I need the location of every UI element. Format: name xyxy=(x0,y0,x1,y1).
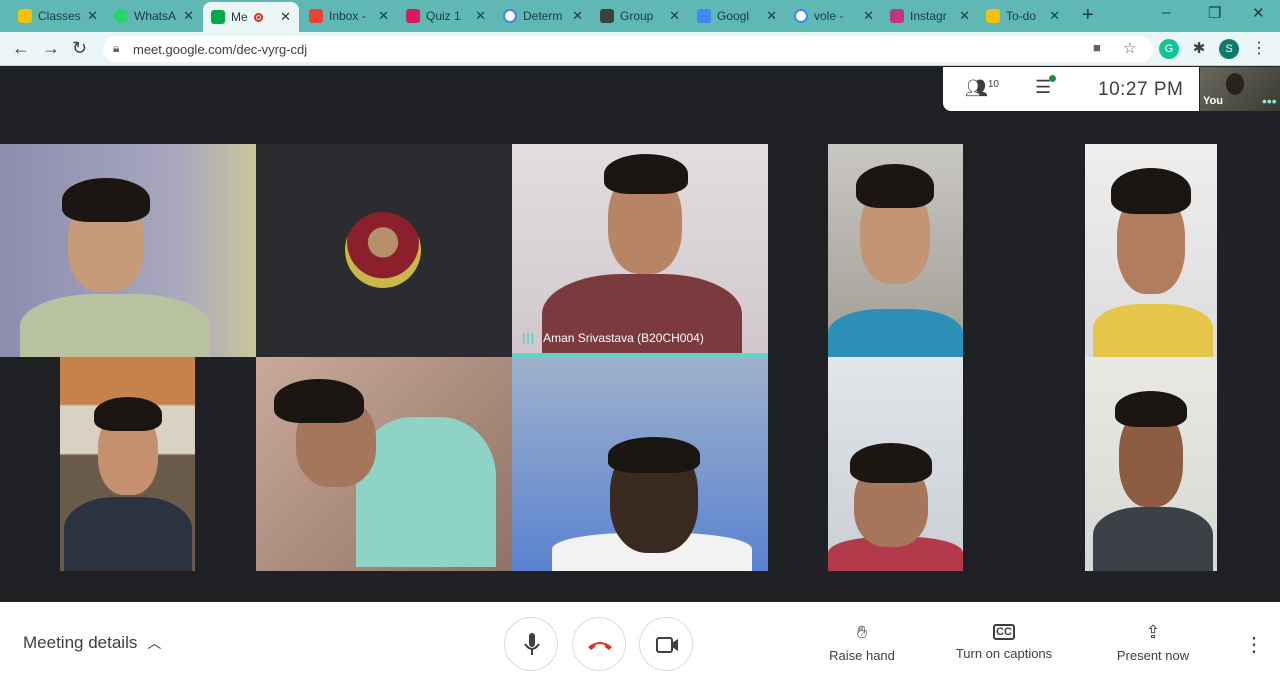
meeting-info-panel: 👥︎10 ☰ 10:27 PM xyxy=(943,67,1199,111)
tab-inbox[interactable]: Inbox - ✕ xyxy=(301,4,397,28)
self-label: You xyxy=(1203,95,1223,107)
tab-vole[interactable]: vole - ✕ xyxy=(786,4,882,28)
leave-call-button[interactable] xyxy=(572,617,626,671)
meet-icon xyxy=(211,10,225,24)
tab-determ[interactable]: Determ ✕ xyxy=(495,4,591,28)
participant-tile[interactable] xyxy=(828,357,963,571)
close-icon[interactable]: ✕ xyxy=(87,8,98,24)
gmail-icon xyxy=(309,9,323,23)
camera-icon[interactable]: ■ xyxy=(1093,40,1101,55)
meeting-clock: 10:27 PM xyxy=(1098,79,1184,100)
back-icon[interactable]: ← xyxy=(12,38,30,59)
browser-menu-icon[interactable]: ⋮ xyxy=(1249,39,1269,59)
meeting-stage: 👥︎10 ☰ 10:27 PM You ••• ||| Aman Srivast… xyxy=(0,67,1280,602)
tab-quiz[interactable]: Quiz 1 ✕ xyxy=(398,4,494,28)
present-now-button[interactable]: ⇪ Present now xyxy=(1110,622,1196,663)
participant-tile[interactable] xyxy=(256,357,512,571)
hand-icon: ✋︎ xyxy=(856,622,868,642)
participant-avatar xyxy=(345,212,421,288)
participant-tile[interactable] xyxy=(1085,357,1217,571)
quiz-icon xyxy=(406,9,420,23)
recording-icon xyxy=(253,12,263,22)
star-icon[interactable]: ☆ xyxy=(1123,39,1136,57)
present-screen-icon: ⇪ xyxy=(1145,622,1161,642)
captions-icon: CC xyxy=(993,624,1015,640)
reload-icon[interactable]: ↻ xyxy=(72,38,87,59)
self-video-figure xyxy=(1226,73,1244,95)
microphone-button[interactable] xyxy=(504,617,558,671)
forward-icon[interactable]: → xyxy=(42,38,60,59)
microphone-icon xyxy=(524,633,540,655)
grammarly-icon[interactable]: G xyxy=(1159,39,1179,59)
google-icon xyxy=(503,9,517,23)
close-icon[interactable]: ✕ xyxy=(183,8,194,24)
close-icon[interactable]: ✕ xyxy=(475,8,486,24)
instagram-icon xyxy=(890,9,904,23)
google-icon xyxy=(794,9,808,23)
raise-hand-button[interactable]: ✋︎ Raise hand xyxy=(824,622,900,663)
lock-icon[interactable]: 🔒︎ xyxy=(113,41,119,56)
address-bar[interactable]: 🔒︎ meet.google.com/dec-vyrg-cdj ■ ☆ xyxy=(103,36,1153,62)
people-icon[interactable]: 👥︎10 xyxy=(965,78,999,99)
group-icon xyxy=(600,9,614,23)
close-icon[interactable]: ✕ xyxy=(959,8,970,24)
audio-wave-icon: ||| xyxy=(522,331,536,345)
minimize-button[interactable]: – xyxy=(1162,4,1170,21)
more-options-icon[interactable]: ••• xyxy=(1262,93,1277,109)
camera-button[interactable] xyxy=(639,617,693,671)
tab-whatsapp[interactable]: WhatsA ✕ xyxy=(106,4,202,28)
close-icon[interactable]: ✕ xyxy=(572,8,583,24)
video-camera-icon xyxy=(656,637,678,653)
whatsapp-icon xyxy=(114,9,128,23)
translate-icon xyxy=(697,9,711,23)
notification-dot xyxy=(1049,75,1056,82)
more-options-icon[interactable]: ⋮ xyxy=(1244,632,1264,657)
profile-avatar[interactable]: S xyxy=(1219,39,1239,59)
participant-tile[interactable] xyxy=(60,357,195,571)
classroom-icon xyxy=(18,9,32,23)
self-view[interactable]: You ••• xyxy=(1200,67,1280,111)
maximize-button[interactable]: ❐ xyxy=(1208,4,1221,22)
close-icon[interactable]: ✕ xyxy=(1049,8,1060,24)
close-icon[interactable]: ✕ xyxy=(669,8,680,24)
meeting-controls-bar: Meeting details ︿ ✋︎ Raise hand CC Turn o… xyxy=(0,602,1280,685)
tab-todo[interactable]: To-do ✕ xyxy=(978,4,1068,28)
participant-tile-active-speaker[interactable]: ||| Aman Srivastava (B20CH004) xyxy=(512,144,768,357)
participant-tile[interactable] xyxy=(0,144,256,357)
tab-google-translate[interactable]: Googl ✕ xyxy=(689,4,785,28)
close-icon[interactable]: ✕ xyxy=(280,9,291,25)
tab-instagram[interactable]: Instagr ✕ xyxy=(882,4,978,28)
browser-toolbar: ← → ↻ 🔒︎ meet.google.com/dec-vyrg-cdj ■ … xyxy=(0,32,1280,66)
close-window-button[interactable]: ✕ xyxy=(1252,4,1265,22)
speaker-name-label: ||| Aman Srivastava (B20CH004) xyxy=(522,331,704,345)
close-icon[interactable]: ✕ xyxy=(766,8,777,24)
participant-tile[interactable] xyxy=(512,357,768,571)
extensions-icon[interactable]: ✱ xyxy=(1189,39,1209,59)
url-text[interactable]: meet.google.com/dec-vyrg-cdj xyxy=(133,42,307,57)
tab-classes[interactable]: Classes ✕ xyxy=(10,4,106,28)
new-tab-button[interactable]: + xyxy=(1082,4,1094,27)
hang-up-icon xyxy=(588,642,612,650)
captions-button[interactable]: CC Turn on captions xyxy=(950,622,1058,661)
participant-tile[interactable] xyxy=(1085,144,1217,357)
close-icon[interactable]: ✕ xyxy=(378,8,389,24)
close-icon[interactable]: ✕ xyxy=(863,8,874,24)
tab-meet[interactable]: Me ✕ xyxy=(203,2,299,32)
chevron-up-icon: ︿ xyxy=(147,635,162,651)
tab-strip: Classes ✕ WhatsA ✕ Me ✕ Inbox - ✕ Quiz 1… xyxy=(0,0,1280,32)
participant-count: 10 xyxy=(987,79,999,90)
chat-icon[interactable]: ☰ xyxy=(1035,75,1056,98)
meeting-details-button[interactable]: Meeting details ︿ xyxy=(23,633,161,653)
participant-tile[interactable] xyxy=(256,144,512,357)
tab-group[interactable]: Group ✕ xyxy=(592,4,688,28)
participant-tile[interactable] xyxy=(828,144,963,357)
classroom-icon xyxy=(986,9,1000,23)
